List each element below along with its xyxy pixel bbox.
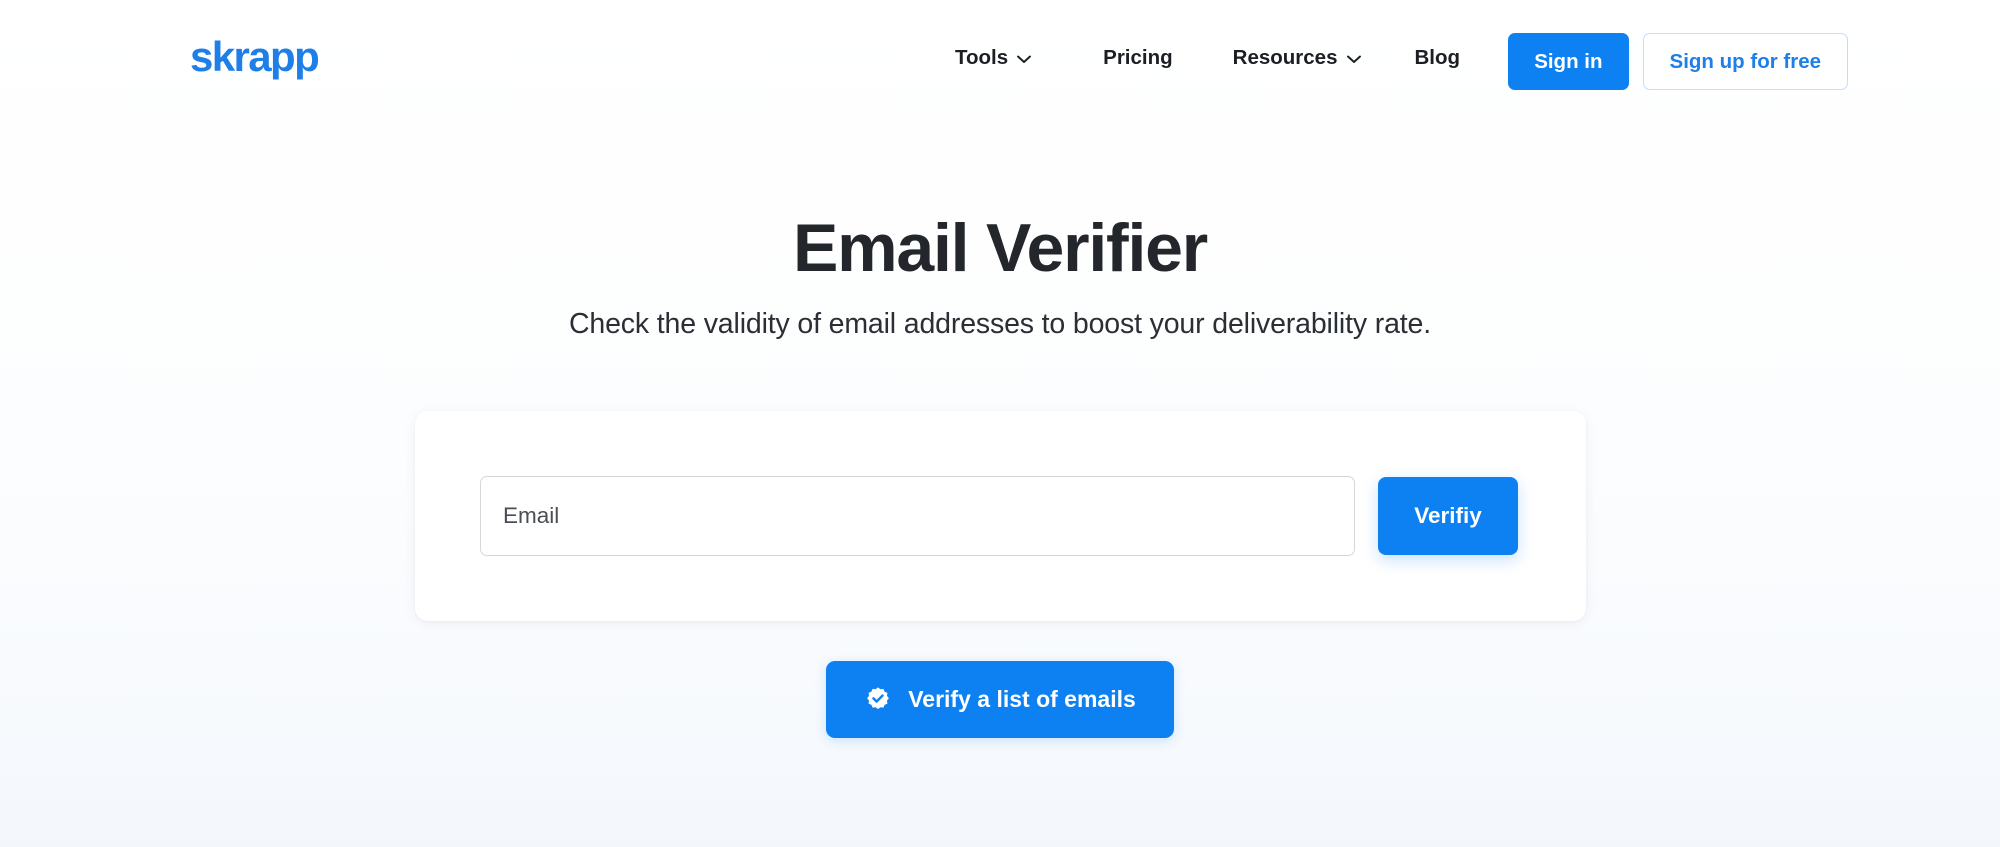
skrapp-logo[interactable]: skrapp [190, 36, 320, 78]
page-subtitle: Check the validity of email addresses to… [568, 308, 1432, 341]
verify-list-of-emails-button[interactable]: Verify a list of emails [826, 661, 1174, 738]
verify-button[interactable]: Verifiy [1378, 477, 1518, 555]
nav-item-pricing[interactable]: Pricing [1103, 46, 1173, 70]
sign-in-button[interactable]: Sign in [1508, 33, 1629, 90]
verify-list-label: Verify a list of emails [908, 686, 1136, 712]
nav-item-label: Pricing [1103, 46, 1173, 69]
auth-actions: Sign in Sign up for free [1508, 33, 1848, 90]
page-title: Email Verifier [792, 210, 1208, 286]
page-root: skrapp Tools Pricing Resources Blog Sign… [0, 0, 2000, 847]
bulk-verify-section: Verify a list of emails [0, 661, 2000, 738]
verified-badge-icon [864, 686, 892, 714]
hero-section: Email Verifier Check the validity of ema… [0, 210, 2000, 341]
nav-item-label: Tools [955, 46, 1009, 69]
chevron-down-icon [1346, 55, 1361, 64]
site-header: skrapp Tools Pricing Resources Blog Sign… [0, 0, 2000, 128]
email-verifier-card: Verifiy [415, 411, 1586, 621]
verifier-form-row: Verifiy [480, 476, 1518, 556]
nav-item-label: Resources [1232, 46, 1338, 69]
nav-item-tools[interactable]: Tools [955, 46, 1032, 70]
email-input[interactable] [480, 476, 1355, 556]
main-navigation: Tools Pricing Resources Blog [955, 46, 1460, 70]
nav-item-label: Blog [1414, 46, 1461, 69]
chevron-down-icon [1017, 55, 1032, 64]
nav-item-resources[interactable]: Resources [1233, 46, 1361, 70]
nav-item-blog[interactable]: Blog [1415, 46, 1461, 70]
sign-up-button[interactable]: Sign up for free [1642, 33, 1848, 90]
